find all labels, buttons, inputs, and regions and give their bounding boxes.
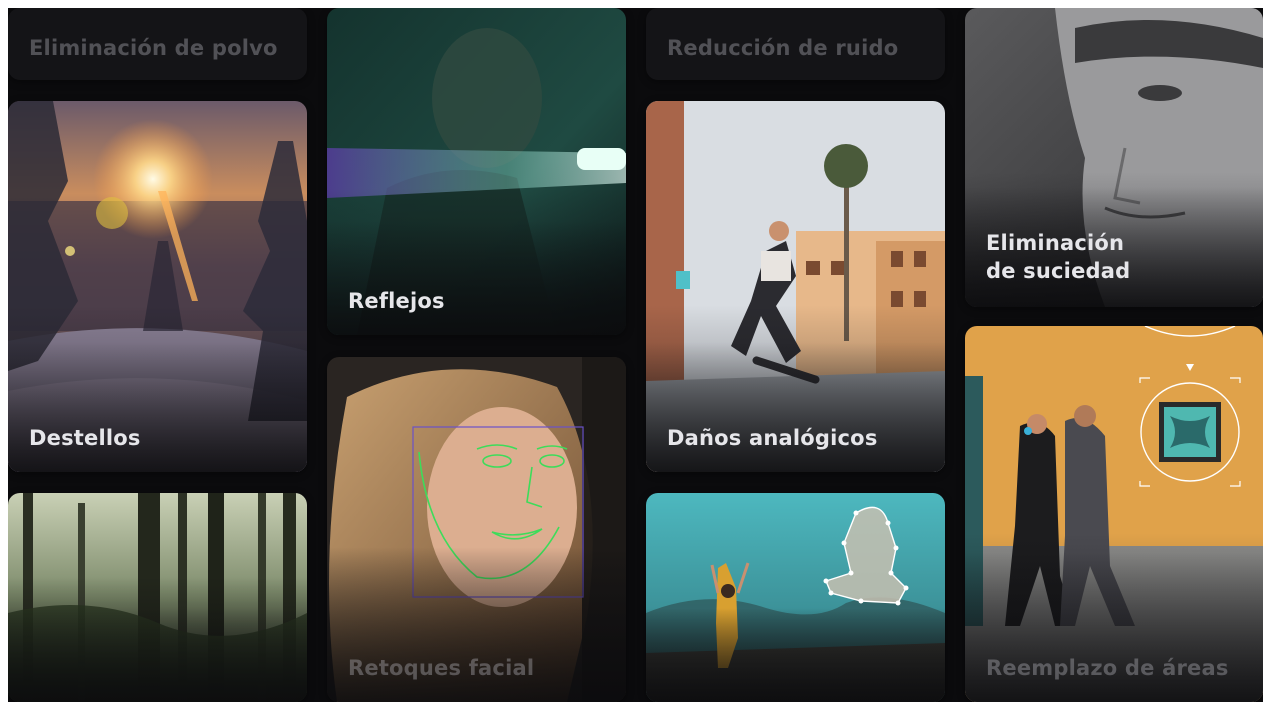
card-label: Reducción de ruido bbox=[667, 36, 899, 60]
card-label: Destellos bbox=[29, 426, 141, 450]
card-rotoscope[interactable] bbox=[646, 493, 945, 702]
card-flares[interactable]: Destellos bbox=[8, 101, 307, 472]
card-reflections[interactable]: Reflejos bbox=[327, 8, 626, 335]
card-dust-removal[interactable]: Eliminación de polvo bbox=[8, 8, 307, 80]
card-dirt-removal[interactable]: Eliminación de suciedad bbox=[965, 8, 1263, 307]
card-label: Daños analógicos bbox=[667, 426, 878, 450]
card-face-retouch[interactable]: Retoques facial bbox=[327, 357, 626, 702]
card-label: Eliminación de polvo bbox=[29, 36, 278, 60]
card-label: Eliminación de suciedad bbox=[986, 229, 1130, 285]
feature-grid: Eliminación de polvo Destellos Reflejos … bbox=[8, 8, 1263, 702]
card-analog-damage[interactable]: Daños analógicos bbox=[646, 101, 945, 472]
card-label-line-2: de suciedad bbox=[986, 259, 1131, 283]
card-noise-reduction[interactable]: Reducción de ruido bbox=[646, 8, 945, 80]
card-label: Reflejos bbox=[348, 289, 445, 313]
card-label: Retoques facial bbox=[348, 656, 535, 680]
card-label-line-1: Eliminación bbox=[986, 231, 1125, 255]
card-area-replacement[interactable]: Reemplazo de áreas bbox=[965, 326, 1263, 702]
card-label: Reemplazo de áreas bbox=[986, 656, 1229, 680]
card-forest[interactable] bbox=[8, 493, 307, 702]
